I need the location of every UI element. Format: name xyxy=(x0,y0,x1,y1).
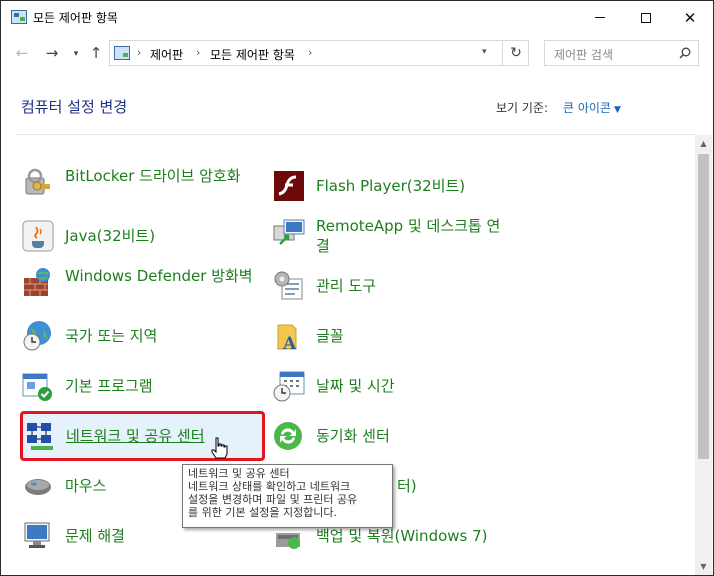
item-label: Windows Defender 방화벽 xyxy=(65,267,253,285)
fonts-folder-icon: A xyxy=(277,324,297,353)
remoteapp-icon xyxy=(273,219,305,245)
admin-tools-icon xyxy=(274,271,303,300)
address-bar[interactable]: › 제어판 › 모든 제어판 항목 › ▾ ↻ xyxy=(109,40,529,66)
item-label: BitLocker 드라이브 암호화 xyxy=(65,167,241,185)
title-bar: 모든 제어판 항목 ✕ xyxy=(1,1,713,34)
svg-text:A: A xyxy=(282,334,297,353)
globe-clock-icon xyxy=(23,321,51,351)
troubleshooting-icon xyxy=(24,522,50,548)
item-label: 네트워크 및 공유 센터 xyxy=(66,427,205,445)
item-bitlocker[interactable]: BitLocker 드라이브 암호화 xyxy=(21,166,251,210)
address-dropdown-icon[interactable]: ▾ xyxy=(482,47,487,57)
up-arrow-icon: ↑ xyxy=(89,44,103,62)
tooltip-text-line: 를 위한 기본 설정을 지정합니다. xyxy=(188,506,338,519)
item-flash-player[interactable]: Flash Player(32비트) xyxy=(272,169,502,213)
breadcrumb-control-panel[interactable]: 제어판 xyxy=(150,46,183,63)
breadcrumb-all-items[interactable]: 모든 제어판 항목 xyxy=(210,46,295,63)
network-icon xyxy=(27,423,53,450)
chevron-down-icon: ▼ xyxy=(613,105,621,115)
tooltip-text-line: 네트워크 상태를 확인하고 네트워크 xyxy=(188,480,351,493)
item-label: 관리 도구 xyxy=(316,277,376,295)
item-label: 글꼴 xyxy=(316,327,344,345)
view-by-label: 보기 기준: xyxy=(496,101,549,115)
bitlocker-icon xyxy=(25,168,50,195)
maximize-icon xyxy=(641,12,651,23)
control-panel-window: 모든 제어판 항목 ✕ ← → ▾ ↑ › 제어판 › 모든 제어판 항목 › … xyxy=(0,0,714,576)
up-button[interactable]: ↑ xyxy=(85,42,107,64)
recent-locations-button[interactable]: ▾ xyxy=(65,43,87,65)
item-label: 마우스 xyxy=(65,477,107,495)
java-icon xyxy=(22,220,54,252)
flash-player-icon xyxy=(274,171,304,201)
item-label: 날짜 및 시간 xyxy=(316,377,395,395)
navigation-bar: ← → ▾ ↑ › 제어판 › 모든 제어판 항목 › ▾ ↻ 제어판 검색 xyxy=(1,36,713,70)
vertical-scrollbar[interactable]: ▲ ▼ xyxy=(695,135,712,575)
item-sync-center[interactable]: 동기화 센터 xyxy=(272,419,502,463)
view-by-dropdown[interactable]: 큰 아이콘 ▼ xyxy=(563,99,621,116)
item-label: 터) xyxy=(397,477,417,495)
firewall-icon xyxy=(24,268,50,296)
minimize-button[interactable] xyxy=(577,1,623,34)
search-placeholder: 제어판 검색 xyxy=(554,48,614,62)
header-divider xyxy=(17,134,697,135)
chevron-down-icon: ▾ xyxy=(73,49,79,59)
tooltip-text-line: 설정을 변경하며 파일 및 프린터 공유 xyxy=(188,493,358,506)
search-icon xyxy=(679,47,691,59)
item-windows-defender-firewall[interactable]: Windows Defender 방화벽 xyxy=(21,266,253,310)
breadcrumb-separator-icon: › xyxy=(196,46,201,59)
item-label: Java(32비트) xyxy=(65,227,156,245)
view-by-value: 큰 아이콘 xyxy=(563,101,611,115)
sync-center-icon xyxy=(274,422,302,450)
item-label: 동기화 센터 xyxy=(316,427,390,445)
item-label: Flash Player(32비트) xyxy=(316,177,466,195)
item-label: 국가 또는 지역 xyxy=(65,327,158,345)
item-label: 기본 프로그램 xyxy=(65,377,153,395)
item-administrative-tools[interactable]: 관리 도구 xyxy=(272,269,502,313)
forward-arrow-icon: → xyxy=(45,44,59,62)
breadcrumb-separator-icon: › xyxy=(308,46,313,59)
refresh-icon: ↻ xyxy=(510,45,522,61)
breadcrumb-separator-icon: › xyxy=(137,46,142,59)
item-region[interactable]: 국가 또는 지역 xyxy=(21,319,251,363)
control-panel-icon xyxy=(114,46,130,60)
hand-cursor-icon xyxy=(211,437,228,459)
back-button[interactable]: ← xyxy=(11,42,33,64)
item-fonts[interactable]: A 글꼴 xyxy=(272,319,502,363)
scroll-up-icon[interactable]: ▲ xyxy=(695,135,712,152)
item-date-time[interactable]: 날짜 및 시간 xyxy=(272,369,502,413)
maximize-button[interactable] xyxy=(623,1,669,34)
refresh-button[interactable]: ↻ xyxy=(502,41,529,65)
search-input[interactable]: 제어판 검색 xyxy=(544,40,699,66)
item-label: 백업 및 복원(Windows 7) xyxy=(316,527,488,545)
window-title: 모든 제어판 항목 xyxy=(33,11,118,25)
tooltip: 네트워크 및 공유 센터 네트워크 상태를 확인하고 네트워크 설정을 변경하며… xyxy=(182,464,393,528)
mouse-icon xyxy=(25,479,51,495)
calendar-clock-icon xyxy=(273,371,305,402)
scroll-down-icon[interactable]: ▼ xyxy=(695,558,712,575)
forward-button[interactable]: → xyxy=(41,42,63,64)
item-remoteapp[interactable]: RemoteApp 및 데스크톱 연결 xyxy=(272,216,512,260)
default-programs-icon xyxy=(22,373,52,401)
item-java[interactable]: Java(32비트) xyxy=(21,219,251,263)
close-icon: ✕ xyxy=(683,8,697,27)
minimize-icon xyxy=(595,17,605,18)
item-label: RemoteApp 및 데스크톱 연결 xyxy=(316,217,501,255)
page-title: 컴퓨터 설정 변경 xyxy=(21,98,128,116)
item-label: 문제 해결 xyxy=(65,527,125,545)
scrollbar-thumb[interactable] xyxy=(698,154,709,459)
item-default-programs[interactable]: 기본 프로그램 xyxy=(21,369,251,413)
close-button[interactable]: ✕ xyxy=(667,1,713,34)
back-arrow-icon: ← xyxy=(15,44,29,62)
tooltip-title: 네트워크 및 공유 센터 xyxy=(188,467,290,480)
control-panel-icon xyxy=(11,10,27,24)
